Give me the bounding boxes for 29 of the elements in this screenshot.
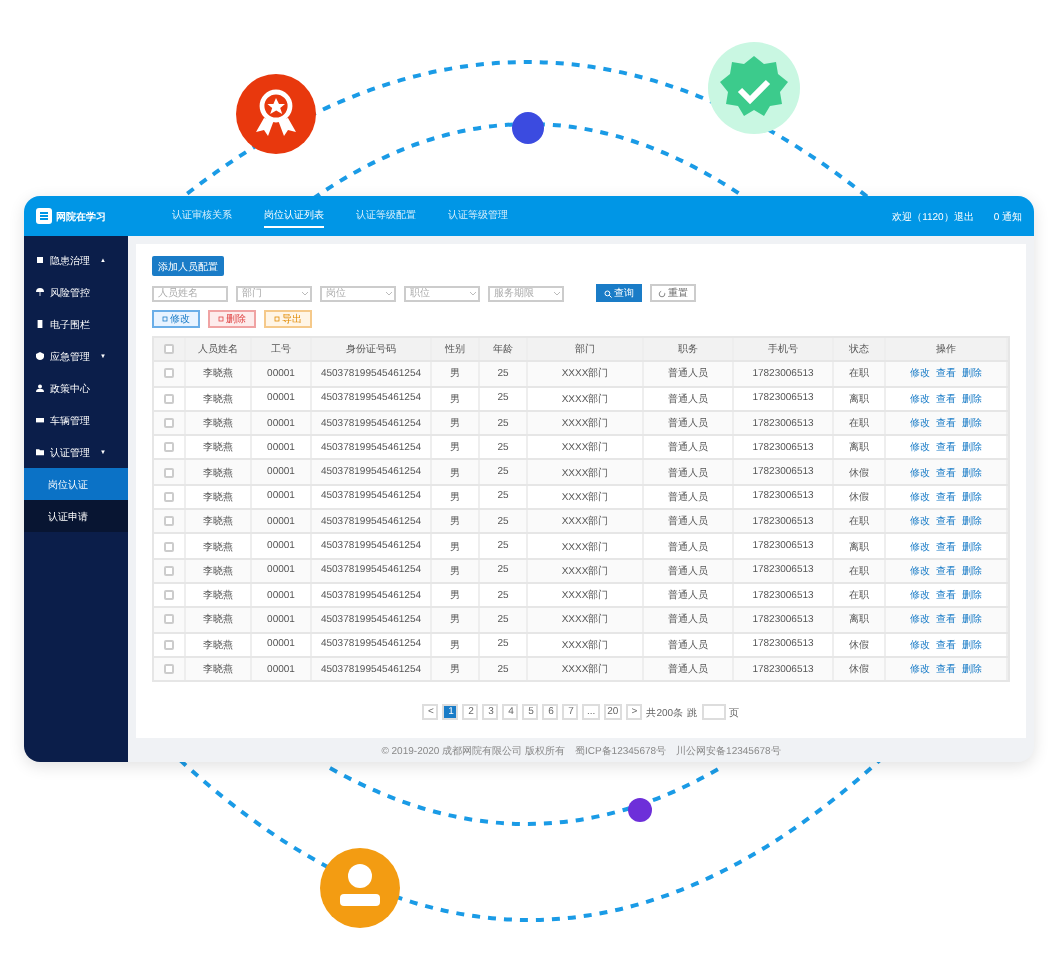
shield-icon — [36, 352, 44, 360]
refresh-icon — [658, 289, 666, 297]
checkbox[interactable] — [164, 516, 174, 527]
checkbox[interactable] — [164, 664, 174, 674]
logo-icon — [36, 208, 52, 224]
dot-icon — [628, 798, 652, 822]
car-icon — [36, 416, 44, 424]
checkbox[interactable] — [164, 590, 174, 601]
document-icon — [36, 320, 44, 328]
checkbox[interactable] — [164, 442, 174, 453]
medal-icon — [236, 74, 316, 154]
checkbox[interactable] — [164, 565, 174, 576]
umbrella-icon — [36, 288, 44, 296]
person-icon — [36, 384, 44, 392]
checkbox[interactable] — [164, 393, 174, 404]
search-icon — [604, 289, 612, 297]
person-badge-icon — [320, 848, 400, 928]
checkbox[interactable] — [164, 467, 174, 478]
checkbox[interactable] — [164, 639, 174, 650]
folder-icon — [36, 448, 44, 456]
checkbox[interactable] — [164, 344, 174, 355]
page-input[interactable] — [701, 704, 726, 720]
dot-icon — [512, 112, 544, 144]
checkbox[interactable] — [164, 368, 174, 379]
verified-badge-icon — [708, 42, 800, 134]
checkbox[interactable] — [164, 491, 174, 502]
checkbox[interactable] — [164, 418, 174, 429]
checkbox[interactable] — [164, 614, 174, 625]
checkbox[interactable] — [164, 541, 174, 552]
